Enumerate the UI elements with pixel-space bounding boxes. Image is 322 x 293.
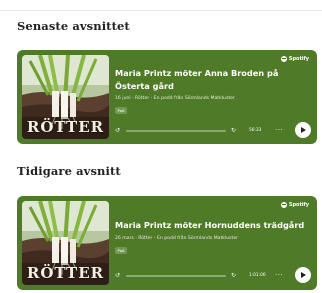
- section-heading: Senaste avsnittet: [17, 19, 130, 33]
- spotify-icon: [280, 202, 287, 208]
- progress-bar[interactable]: [126, 275, 226, 277]
- episode-badge: Pod: [115, 247, 127, 254]
- player-controls: ↺ ↻ 56:33 ···: [115, 122, 311, 140]
- top-divider: [0, 10, 322, 11]
- cover-title: RÖTTER: [26, 264, 105, 282]
- spotify-icon: [280, 56, 287, 62]
- cover-title: RÖTTER: [26, 118, 105, 136]
- episode-meta: 16 juni · Rötter - En podd från Sörmland…: [115, 96, 235, 101]
- episode-duration: 1:01:00: [249, 273, 266, 278]
- section-previous-episodes: Tidigare avsnitt RÖTTER Spotify Maria Pr…: [0, 150, 322, 293]
- play-button[interactable]: [295, 122, 311, 138]
- episode-card[interactable]: RÖTTER Spotify Maria Printz möter Anna B…: [17, 50, 317, 144]
- spotify-logo[interactable]: Spotify: [280, 56, 309, 62]
- episode-badge: Pod: [115, 107, 127, 114]
- more-icon[interactable]: ···: [275, 267, 283, 283]
- skip-back-icon[interactable]: ↺: [115, 122, 120, 140]
- skip-forward-icon[interactable]: ↻: [231, 122, 236, 140]
- more-icon[interactable]: ···: [275, 122, 283, 138]
- episode-meta: 26 mars · Rötter - En podd från Sörmland…: [115, 236, 239, 241]
- progress-bar[interactable]: [126, 130, 226, 132]
- podcast-cover[interactable]: RÖTTER: [22, 55, 109, 139]
- spotify-label: Spotify: [288, 202, 309, 208]
- episode-title[interactable]: Maria Printz möter Anna Broden på Östert…: [115, 67, 307, 93]
- episode-title[interactable]: Maria Printz möter Hornuddens trädgård: [115, 219, 307, 232]
- section-heading: Tidigare avsnitt: [17, 164, 121, 178]
- skip-forward-icon[interactable]: ↻: [231, 267, 236, 285]
- spotify-label: Spotify: [288, 56, 309, 62]
- section-latest-episode: Senaste avsnittet RÖTTER Spotify Maria P…: [0, 0, 322, 150]
- episode-duration: 56:33: [249, 128, 262, 133]
- episode-card[interactable]: RÖTTER Spotify Maria Printz möter Hornud…: [17, 196, 317, 290]
- podcast-cover[interactable]: RÖTTER: [22, 201, 109, 285]
- spotify-logo[interactable]: Spotify: [280, 202, 309, 208]
- player-controls: ↺ ↻ 1:01:00 ···: [115, 267, 311, 285]
- play-button[interactable]: [295, 267, 311, 283]
- skip-back-icon[interactable]: ↺: [115, 267, 120, 285]
